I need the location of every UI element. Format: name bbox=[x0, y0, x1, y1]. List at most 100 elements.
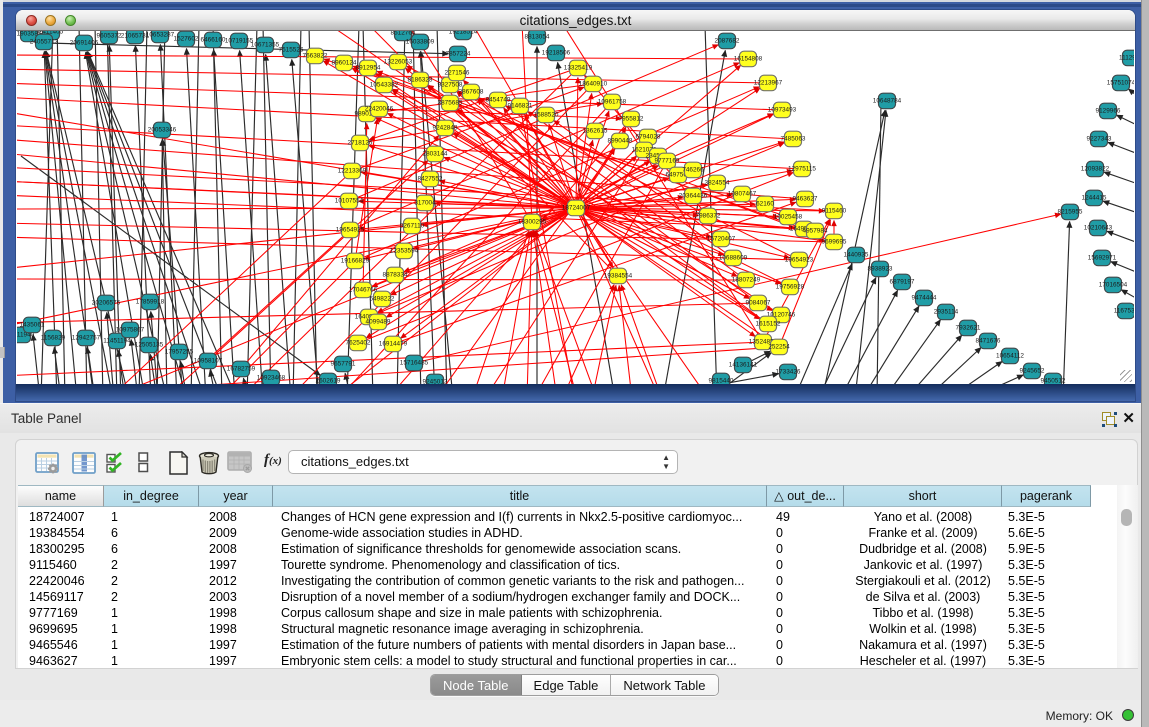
svg-text:8813054: 8813054 bbox=[525, 34, 550, 41]
svg-text:10961758: 10961758 bbox=[598, 99, 627, 106]
svg-text:6466160: 6466160 bbox=[201, 37, 226, 44]
svg-text:15692971: 15692971 bbox=[1088, 255, 1117, 262]
svg-text:9245652: 9245652 bbox=[1020, 368, 1045, 375]
svg-text:9327508: 9327508 bbox=[438, 82, 463, 89]
svg-text:2803144: 2803144 bbox=[423, 151, 448, 158]
svg-text:7932621: 7932621 bbox=[956, 325, 981, 332]
svg-text:9242848: 9242848 bbox=[433, 125, 458, 132]
svg-text:9146821: 9146821 bbox=[508, 103, 533, 110]
svg-text:9084067: 9084067 bbox=[746, 300, 771, 307]
svg-text:12942757: 12942757 bbox=[72, 335, 101, 342]
svg-text:8878334: 8878334 bbox=[383, 272, 408, 279]
svg-text:20364436: 20364436 bbox=[679, 193, 708, 200]
svg-text:3875685: 3875685 bbox=[438, 100, 463, 107]
svg-text:19756928: 19756928 bbox=[776, 284, 805, 291]
svg-text:9474444: 9474444 bbox=[912, 295, 937, 302]
svg-text:18300295: 18300295 bbox=[518, 219, 547, 226]
svg-text:7515526: 7515526 bbox=[279, 47, 304, 54]
svg-text:10025458: 10025458 bbox=[774, 214, 803, 221]
svg-text:9115460: 9115460 bbox=[822, 208, 847, 215]
svg-text:16782759: 16782759 bbox=[227, 366, 256, 373]
svg-text:4099489: 4099489 bbox=[366, 319, 391, 326]
svg-text:16033809: 16033809 bbox=[406, 39, 435, 46]
svg-text:1362615: 1362615 bbox=[583, 128, 608, 135]
svg-text:1435061: 1435061 bbox=[20, 322, 45, 329]
svg-text:7955812: 7955812 bbox=[619, 116, 644, 123]
svg-text:2867608: 2867608 bbox=[459, 89, 484, 96]
svg-text:14136141: 14136141 bbox=[729, 362, 758, 369]
svg-text:20053346: 20053346 bbox=[148, 127, 177, 134]
svg-text:317004: 317004 bbox=[414, 200, 436, 207]
svg-text:8215955: 8215955 bbox=[1058, 209, 1083, 216]
svg-text:12505135: 12505135 bbox=[135, 342, 164, 349]
svg-text:9605372: 9605372 bbox=[97, 33, 122, 40]
svg-text:2718126: 2718126 bbox=[348, 140, 373, 147]
svg-text:13226053: 13226053 bbox=[384, 59, 413, 66]
svg-text:12353594: 12353594 bbox=[390, 248, 419, 255]
svg-text:1588520: 1588520 bbox=[534, 112, 559, 119]
svg-text:10688609: 10688609 bbox=[719, 255, 748, 262]
svg-text:10648784: 10648784 bbox=[873, 98, 902, 105]
svg-text:5498222: 5498222 bbox=[370, 296, 395, 303]
svg-text:10719155: 10719155 bbox=[225, 38, 254, 45]
svg-text:20206576: 20206576 bbox=[92, 300, 121, 307]
svg-text:4957984: 4957984 bbox=[803, 228, 828, 235]
svg-text:10973493: 10973493 bbox=[768, 107, 797, 114]
svg-text:7986372: 7986372 bbox=[696, 213, 721, 220]
svg-text:3824554: 3824554 bbox=[705, 180, 730, 187]
svg-text:10975867: 10975867 bbox=[116, 327, 145, 334]
svg-text:746266: 746266 bbox=[682, 167, 704, 174]
svg-text:18724007: 18724007 bbox=[562, 205, 591, 212]
svg-text:19654925: 19654925 bbox=[336, 227, 365, 234]
svg-text:24055713: 24055713 bbox=[30, 39, 59, 46]
svg-text:1615152: 1615152 bbox=[756, 321, 781, 328]
svg-text:1112964: 1112964 bbox=[1119, 55, 1134, 62]
svg-text:19384554: 19384554 bbox=[604, 273, 633, 280]
svg-text:10543382: 10543382 bbox=[370, 82, 399, 89]
svg-text:7663822: 7663822 bbox=[303, 53, 328, 60]
svg-text:12213967: 12213967 bbox=[754, 80, 783, 87]
svg-text:252254: 252254 bbox=[768, 344, 790, 351]
svg-text:2935114: 2935114 bbox=[934, 309, 959, 316]
svg-text:17046766: 17046766 bbox=[349, 287, 378, 294]
svg-text:2271546: 2271546 bbox=[445, 70, 470, 77]
svg-text:10671355: 10671355 bbox=[251, 42, 280, 49]
svg-text:10923468: 10923468 bbox=[257, 375, 286, 382]
svg-text:20691406: 20691406 bbox=[70, 40, 99, 47]
svg-text:6879197: 6879197 bbox=[890, 279, 915, 286]
svg-text:9777169: 9777169 bbox=[655, 158, 680, 165]
svg-text:6794028: 6794028 bbox=[636, 134, 661, 141]
svg-text:17859918: 17859918 bbox=[136, 299, 165, 306]
svg-text:10958107: 10958107 bbox=[194, 358, 223, 365]
svg-text:15751074: 15751074 bbox=[1107, 80, 1134, 87]
svg-text:8471676: 8471676 bbox=[976, 338, 1001, 345]
svg-text:19218514: 19218514 bbox=[449, 31, 478, 36]
svg-text:9699695: 9699695 bbox=[822, 239, 847, 246]
svg-text:8427552: 8427552 bbox=[418, 176, 443, 183]
svg-text:8912954: 8912954 bbox=[356, 65, 381, 72]
svg-text:10654112: 10654112 bbox=[996, 353, 1024, 360]
svg-text:10210643: 10210643 bbox=[1084, 225, 1113, 232]
svg-text:7485063: 7485063 bbox=[781, 136, 806, 143]
svg-text:7857224: 7857224 bbox=[446, 51, 471, 58]
svg-text:13325419: 13325419 bbox=[564, 65, 593, 72]
svg-text:19166829: 19166829 bbox=[341, 258, 370, 265]
svg-text:16154808: 16154808 bbox=[734, 56, 763, 63]
svg-text:8186328: 8186328 bbox=[408, 77, 433, 84]
svg-text:7625402: 7625402 bbox=[346, 340, 371, 347]
svg-text:1167534: 1167534 bbox=[1114, 308, 1134, 315]
svg-text:10653287: 10653287 bbox=[146, 32, 175, 39]
svg-text:10107554: 10107554 bbox=[335, 198, 364, 205]
svg-text:18807249: 18807249 bbox=[732, 277, 761, 284]
svg-text:17016504: 17016504 bbox=[1099, 282, 1128, 289]
svg-text:15716485: 15716485 bbox=[400, 360, 429, 367]
svg-text:19654923: 19654923 bbox=[785, 257, 814, 264]
svg-text:1527602: 1527602 bbox=[174, 36, 199, 43]
svg-text:11451194: 11451194 bbox=[103, 338, 131, 345]
svg-text:18640910: 18640910 bbox=[579, 81, 608, 88]
svg-text:16914479: 16914479 bbox=[379, 341, 408, 348]
svg-text:15720407: 15720407 bbox=[707, 236, 736, 243]
svg-text:9657791: 9657791 bbox=[331, 361, 356, 368]
svg-text:9129966: 9129966 bbox=[1096, 108, 1121, 115]
svg-text:9227343: 9227343 bbox=[1087, 136, 1112, 143]
